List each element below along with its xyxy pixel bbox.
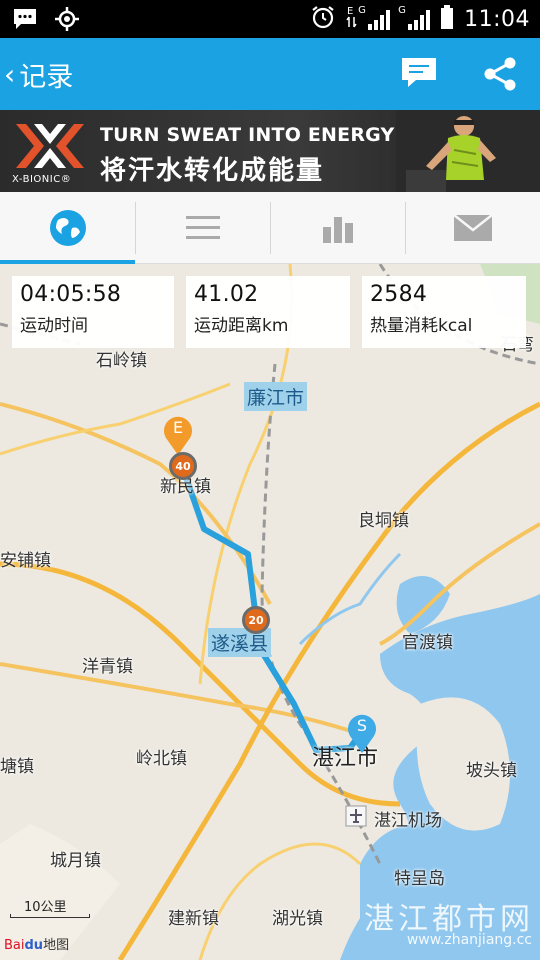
svg-text:E: E bbox=[347, 6, 353, 17]
stat-distance-value: 41.02 bbox=[194, 282, 259, 307]
chevron-left-icon: ‹ bbox=[4, 57, 16, 91]
place-label: 洋青镇 bbox=[82, 657, 133, 677]
edge-icon: E bbox=[346, 4, 358, 34]
battery-icon bbox=[440, 4, 454, 34]
km-marker[interactable]: 40 bbox=[169, 452, 197, 480]
place-label: 城月镇 bbox=[50, 851, 101, 871]
stat-duration-label: 运动时间 bbox=[20, 316, 88, 336]
bar-chart-icon bbox=[322, 216, 353, 243]
signal-icon: G bbox=[398, 5, 431, 30]
tab-map[interactable] bbox=[0, 192, 135, 264]
globe-icon bbox=[49, 209, 86, 246]
map-scale: 10公里 bbox=[10, 896, 90, 920]
map-provider-logo: Baidu地图 bbox=[4, 938, 70, 953]
watermark-url: www.zhanjiang.cc bbox=[406, 932, 532, 948]
stat-calories-value: 2584 bbox=[370, 282, 428, 307]
signal-icon: G bbox=[358, 5, 391, 30]
place-label: 良垌镇 bbox=[358, 511, 409, 531]
comment-icon[interactable] bbox=[400, 56, 438, 96]
list-icon bbox=[185, 215, 220, 239]
place-label: 岭北镇 bbox=[136, 749, 187, 769]
tab-messages[interactable] bbox=[405, 192, 540, 263]
place-label: 湛江机场 bbox=[374, 811, 442, 831]
start-pin-icon[interactable]: S bbox=[346, 714, 378, 754]
tab-list[interactable] bbox=[135, 192, 270, 263]
stat-calories-label: 热量消耗kcal bbox=[370, 316, 473, 336]
message-icon bbox=[12, 7, 38, 35]
place-label: 安铺镇 bbox=[0, 551, 51, 571]
network-type-label: G bbox=[358, 5, 366, 16]
stat-duration-card: 04:05:58 运动时间 bbox=[12, 276, 174, 348]
place-label: 塘镇 bbox=[0, 757, 34, 777]
share-icon[interactable] bbox=[482, 56, 518, 96]
start-label: S bbox=[356, 716, 368, 735]
scale-label: 10公里 bbox=[24, 900, 67, 915]
ad-headline: TURN SWEAT INTO ENERGY bbox=[100, 124, 395, 146]
ad-subheadline: 将汗水转化成能量 bbox=[100, 156, 325, 186]
network-type-label: G bbox=[398, 5, 406, 16]
tab-bar bbox=[0, 192, 540, 264]
end-label: E bbox=[172, 418, 184, 437]
runner-image bbox=[396, 110, 540, 192]
back-button[interactable]: ‹ 记录 bbox=[4, 54, 73, 94]
route-map[interactable]: 石岭镇 廉江市 新民镇 良垌镇 安铺镇 遂溪县 洋青镇 官渡镇 塘镇 岭北镇 湛… bbox=[0, 264, 540, 960]
ad-brand: X-BIONIC® bbox=[12, 174, 72, 185]
page-title: 记录 bbox=[19, 61, 74, 93]
alarm-icon bbox=[310, 4, 336, 34]
mail-icon bbox=[452, 213, 493, 241]
place-label: 坡头镇 bbox=[466, 761, 517, 781]
stat-duration-value: 04:05:58 bbox=[20, 282, 122, 307]
place-label-city: 廉江市 bbox=[244, 382, 308, 411]
place-label: 特呈岛 bbox=[394, 869, 445, 889]
app-bar: ‹ 记录 bbox=[0, 38, 540, 110]
place-label: 建新镇 bbox=[168, 909, 219, 929]
stat-distance-label: 运动距离km bbox=[194, 316, 289, 336]
end-pin-icon[interactable]: E bbox=[162, 416, 194, 456]
place-label: 官渡镇 bbox=[402, 633, 453, 653]
status-bar: E G G 11:04 bbox=[0, 0, 540, 38]
gps-icon bbox=[54, 6, 80, 36]
ad-banner[interactable]: X-BIONIC® TURN SWEAT INTO ENERGY 将汗水转化成能… bbox=[0, 110, 540, 192]
clock: 11:04 bbox=[464, 6, 530, 32]
tab-chart[interactable] bbox=[270, 192, 405, 263]
stat-distance-card: 41.02 运动距离km bbox=[186, 276, 350, 348]
place-label: 湖光镇 bbox=[272, 909, 323, 929]
km-marker[interactable]: 20 bbox=[242, 606, 270, 634]
stat-calories-card: 2584 热量消耗kcal bbox=[362, 276, 526, 348]
place-label: 石岭镇 bbox=[96, 351, 147, 371]
